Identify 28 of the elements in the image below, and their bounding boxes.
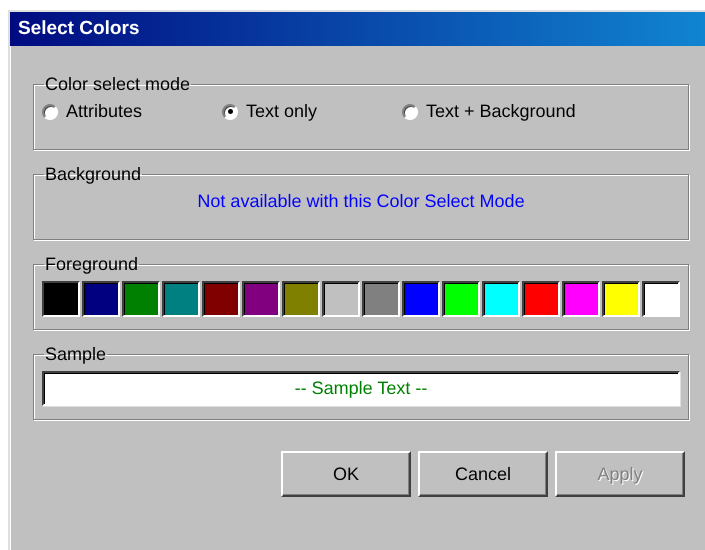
group-label: Sample	[44, 344, 108, 365]
color-swatch[interactable]	[442, 281, 480, 317]
color-swatch[interactable]	[202, 281, 240, 317]
color-swatch[interactable]	[402, 281, 440, 317]
color-swatch[interactable]	[562, 281, 600, 317]
color-swatch[interactable]	[602, 281, 640, 317]
notice-text: Not available with this Color Select Mode	[196, 191, 526, 212]
dialog-button[interactable]: Cancel	[418, 451, 548, 497]
color-swatch[interactable]	[42, 281, 80, 317]
color-swatch[interactable]	[82, 281, 120, 317]
color-swatch[interactable]	[282, 281, 320, 317]
color-swatch[interactable]	[522, 281, 560, 317]
sample-field: -- Sample Text --	[42, 371, 680, 406]
radio-button[interactable]: Text only	[222, 101, 402, 122]
window-title: Select Colors	[18, 18, 140, 40]
group-label: Background	[44, 164, 142, 185]
group-label: Foreground	[44, 254, 140, 275]
radio-button[interactable]: Text + Background	[402, 101, 576, 122]
color-swatch[interactable]	[242, 281, 280, 317]
color-swatch[interactable]	[362, 281, 400, 317]
color-swatch[interactable]	[642, 281, 680, 317]
radio-button[interactable]: Attributes	[42, 101, 222, 122]
group-label: Color select mode	[44, 74, 192, 95]
color-swatch[interactable]	[482, 281, 520, 317]
dialog-button[interactable]: OK	[281, 451, 411, 497]
color-swatch[interactable]	[322, 281, 360, 317]
color-swatch[interactable]	[162, 281, 200, 317]
color-swatch[interactable]	[122, 281, 160, 317]
